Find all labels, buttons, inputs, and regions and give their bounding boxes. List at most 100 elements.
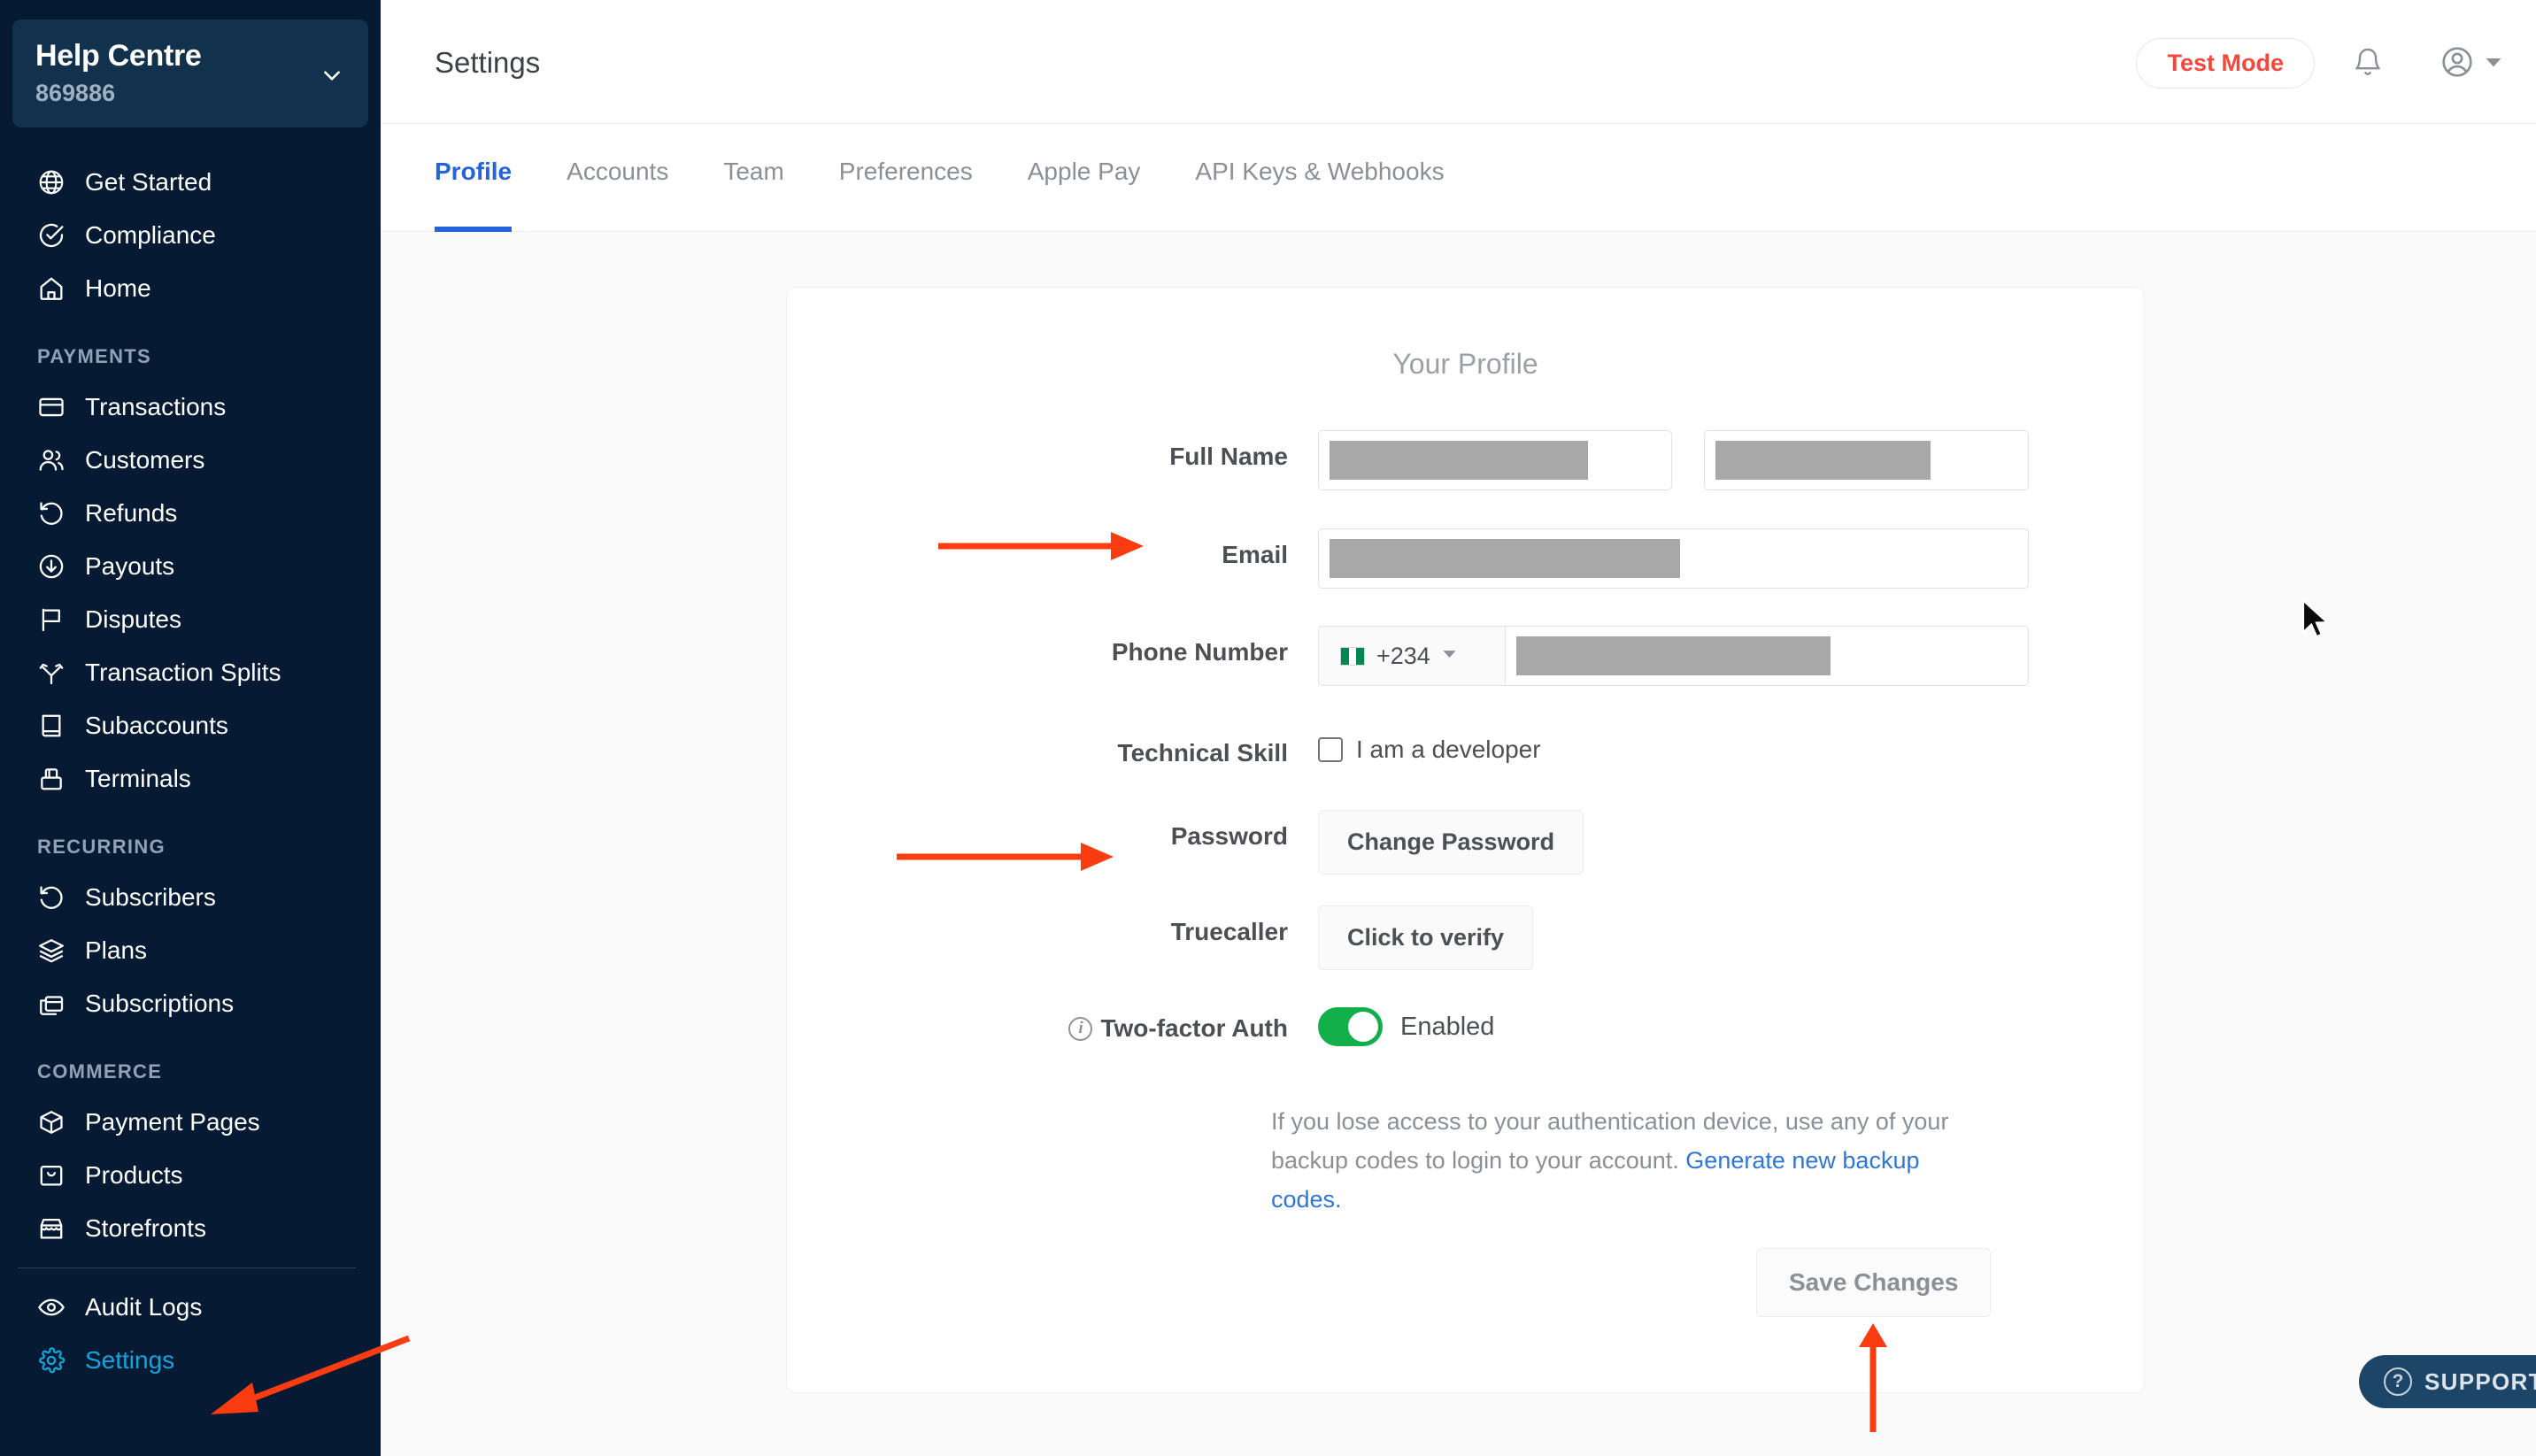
redacted-value [1330, 441, 1588, 480]
two-factor-toggle[interactable] [1318, 1007, 1383, 1046]
first-name-input[interactable] [1318, 430, 1672, 490]
phone-number-group: +234 [1318, 626, 2029, 686]
chevron-down-icon [2485, 53, 2502, 75]
support-widget-button[interactable]: ? SUPPORT [2359, 1355, 2536, 1408]
sidebar-item-label: Subaccounts [85, 712, 228, 739]
caret-down-icon [1442, 646, 1457, 666]
layers-icon [34, 933, 69, 968]
sidebar-item-label: Payouts [85, 552, 175, 580]
sidebar-item-plans[interactable]: Plans [0, 924, 381, 977]
sidebar-item-storefronts[interactable]: Storefronts [0, 1202, 381, 1255]
sidebar-item-settings[interactable]: Settings [0, 1334, 381, 1387]
sidebar-item-transactions[interactable]: Transactions [0, 381, 381, 434]
flag-icon [34, 602, 69, 637]
sidebar-item-products[interactable]: Products [0, 1149, 381, 1202]
sidebar-item-audit-logs[interactable]: Audit Logs [0, 1281, 381, 1334]
sidebar-group-payments: PAYMENTS [37, 345, 151, 367]
info-icon[interactable]: i [1068, 1016, 1093, 1041]
terminal-icon [34, 761, 69, 797]
sidebar-item-label: Settings [85, 1346, 175, 1374]
sidebar-divider [18, 1267, 356, 1268]
phone-number-input[interactable] [1506, 636, 2028, 675]
users-icon [34, 443, 69, 478]
sidebar-item-subaccounts[interactable]: Subaccounts [0, 699, 381, 752]
sidebar-group-commerce: COMMERCE [37, 1060, 163, 1082]
sidebar-item-label: Plans [85, 936, 148, 964]
sidebar-item-refunds[interactable]: Refunds [0, 487, 381, 540]
sidebar-item-label: Audit Logs [85, 1293, 203, 1321]
sidebar-item-label: Home [85, 274, 151, 302]
country-code-select[interactable]: +234 [1319, 627, 1506, 685]
technical-skill-label: Technical Skill [1117, 739, 1288, 767]
sidebar-item-subscriptions[interactable]: Subscriptions [0, 977, 381, 1030]
sidebar-item-transaction-splits[interactable]: Transaction Splits [0, 646, 381, 699]
question-circle-icon: ? [2384, 1367, 2412, 1396]
phone-number-label: Phone Number [1111, 638, 1288, 666]
card-icon [34, 389, 69, 425]
sidebar-item-terminals[interactable]: Terminals [0, 752, 381, 805]
truecaller-verify-button[interactable]: Click to verify [1318, 905, 1534, 970]
change-password-button[interactable]: Change Password [1318, 810, 1584, 874]
bell-icon[interactable] [2352, 46, 2384, 82]
sidebar-item-customers[interactable]: Customers [0, 434, 381, 487]
sidebar: Help Centre 869886 Get Started Complianc… [0, 0, 381, 1456]
sidebar-item-label: Refunds [85, 499, 178, 527]
payout-icon [34, 549, 69, 584]
sidebar-item-label: Terminals [85, 765, 191, 792]
email-input[interactable] [1318, 528, 2029, 589]
card-title: Your Profile [1392, 348, 1538, 380]
sidebar-item-disputes[interactable]: Disputes [0, 593, 381, 646]
refund-icon [34, 496, 69, 531]
save-changes-button[interactable]: Save Changes [1756, 1248, 1992, 1317]
user-account-menu[interactable] [2440, 44, 2502, 84]
two-factor-auth-label: Two-factor Auth [1100, 1014, 1288, 1042]
toggle-knob [1348, 1012, 1378, 1042]
cards-stack-icon [34, 986, 69, 1021]
sidebar-item-label: Compliance [85, 221, 216, 249]
last-name-input[interactable] [1704, 430, 2029, 490]
developer-checkbox[interactable] [1318, 737, 1343, 762]
backup-codes-help-text: If you lose access to your authenticatio… [1271, 1102, 1963, 1219]
top-bar: Settings Test Mode [381, 0, 2536, 124]
account-switcher[interactable]: Help Centre 869886 [12, 19, 368, 127]
account-id: 869886 [35, 80, 116, 106]
sidebar-item-label: Customers [85, 446, 205, 474]
tab-apple-pay[interactable]: Apple Pay [1028, 124, 1141, 232]
nigeria-flag-icon [1340, 646, 1365, 666]
truecaller-label: Truecaller [1170, 918, 1288, 945]
redacted-value [1715, 441, 1931, 480]
sidebar-item-subscribers[interactable]: Subscribers [0, 871, 381, 924]
test-mode-badge[interactable]: Test Mode [2136, 38, 2315, 89]
tab-preferences[interactable]: Preferences [839, 124, 973, 232]
tab-team[interactable]: Team [723, 124, 783, 232]
profile-card: Your Profile Full Name Email Phone Numbe… [786, 287, 2145, 1393]
full-name-label: Full Name [1169, 443, 1288, 470]
user-circle-icon [2440, 44, 2475, 84]
sidebar-item-compliance[interactable]: Compliance [0, 209, 381, 262]
sidebar-item-home[interactable]: Home [0, 262, 381, 315]
store-icon [34, 1211, 69, 1246]
globe-icon [34, 165, 69, 200]
sidebar-item-label: Storefronts [85, 1214, 206, 1242]
sidebar-item-get-started[interactable]: Get Started [0, 156, 381, 209]
two-factor-state-label: Enabled [1400, 1012, 1495, 1041]
account-name: Help Centre [35, 39, 202, 73]
sidebar-item-label: Get Started [85, 168, 212, 196]
country-code-value: +234 [1376, 642, 1430, 669]
sidebar-item-payouts[interactable]: Payouts [0, 540, 381, 593]
redacted-value [1330, 539, 1680, 578]
redacted-value [1516, 636, 1831, 675]
settings-tabs: Profile Accounts Team Preferences Apple … [381, 124, 2536, 232]
email-label: Email [1222, 541, 1288, 568]
sidebar-item-payment-pages[interactable]: Payment Pages [0, 1096, 381, 1149]
tab-profile[interactable]: Profile [435, 124, 513, 232]
gear-icon [34, 1343, 69, 1378]
chevron-down-icon [320, 64, 343, 87]
sidebar-group-recurring: RECURRING [37, 836, 166, 858]
tab-api-keys-webhooks[interactable]: API Keys & Webhooks [1195, 124, 1444, 232]
tab-accounts[interactable]: Accounts [567, 124, 668, 232]
mouse-cursor [2301, 598, 2330, 638]
check-circle-icon [34, 218, 69, 253]
split-icon [34, 655, 69, 690]
eye-icon [34, 1290, 69, 1325]
